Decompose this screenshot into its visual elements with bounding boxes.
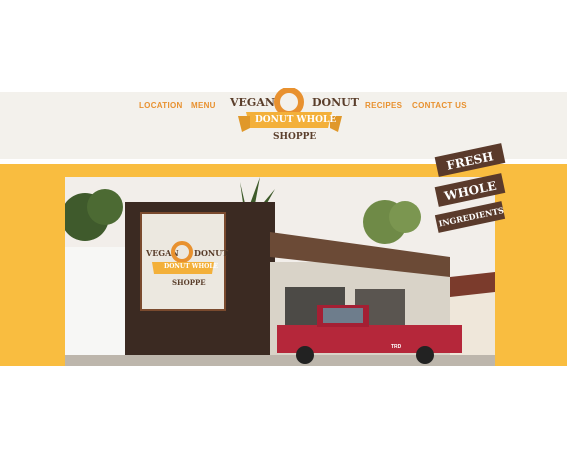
sign-word-donut: DONUT <box>194 248 229 258</box>
storefront-photo <box>65 177 495 366</box>
site-logo[interactable]: VEGAN DONUT DONUT WHOLE SHOPPE <box>228 88 359 146</box>
logo-shoppe-text: SHOPPE <box>273 132 317 142</box>
store-sign: VEGAN DONUT DONUT WHOLE SHOPPE <box>140 212 229 311</box>
nav-menu-link[interactable]: MENU <box>191 101 216 110</box>
truck-label: TRD <box>391 344 402 350</box>
nav-contact-link[interactable]: CONTACT US <box>412 101 467 110</box>
sign-donut-icon <box>152 241 214 274</box>
logo-word-donut: DONUT <box>312 96 359 109</box>
nav-location-link[interactable]: LOCATION <box>139 101 183 110</box>
logo-ribbon-text: DONUT WHOLE <box>255 115 337 125</box>
nav-recipes-link[interactable]: RECIPES <box>365 101 402 110</box>
sign-shoppe-text: SHOPPE <box>172 278 206 287</box>
sign-ribbon-text: DONUT WHOLE <box>164 263 219 270</box>
